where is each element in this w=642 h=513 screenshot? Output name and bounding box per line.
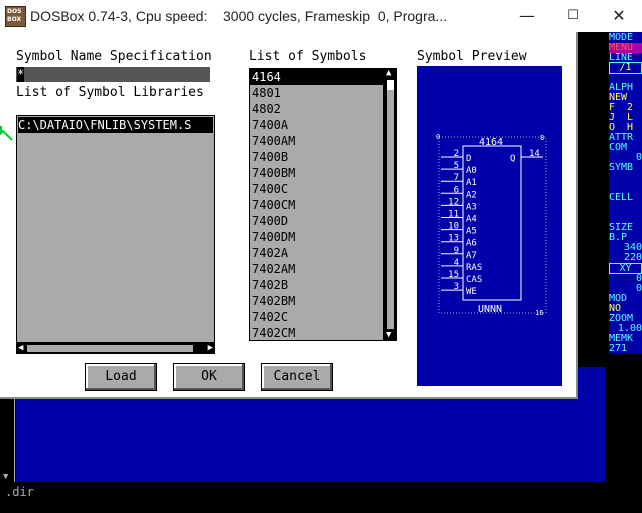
pin-number: 12 <box>448 197 459 207</box>
side-item-symb[interactable]: SYMB <box>609 163 642 173</box>
symbol-item-selected[interactable]: 4164 <box>250 69 383 85</box>
side-menu-panel: MODE MENU LINE /1 ALPH NEW F 2 J L O H A… <box>609 32 642 354</box>
close-button[interactable]: ✕ <box>596 0 642 32</box>
symbol-name-value: * <box>17 67 25 82</box>
library-hscrollbar[interactable]: ◀ ▶ <box>16 343 215 354</box>
libraries-label: List of Symbol Libraries <box>16 85 204 100</box>
pin-name: A7 <box>466 251 477 261</box>
symbol-item[interactable]: 7400C <box>250 181 383 197</box>
scroll-up-arrow-icon[interactable]: ▲ <box>386 68 391 79</box>
preview-bottom-right: 16 <box>535 309 543 317</box>
symbol-item[interactable]: 4801 <box>250 85 383 101</box>
symbol-preview-pane: 0 8 4164 UNNN 16 2 D 5 A0 7 A1 6 A2 12 A3 11 A4 10 A5… <box>417 66 562 386</box>
pin-number: 11 <box>448 210 459 220</box>
app-icon-text-bottom: BOX <box>7 16 22 23</box>
symbol-item[interactable]: 7400BM <box>250 165 383 181</box>
command-line[interactable]: .dir <box>5 485 34 499</box>
pin-number: 7 <box>454 173 459 183</box>
symbol-item[interactable]: 4802 <box>250 101 383 117</box>
symbol-item[interactable]: 7402BM <box>250 293 383 309</box>
symbol-item[interactable]: 7400D <box>250 213 383 229</box>
symbol-name-label: Symbol Name Specification <box>16 49 212 64</box>
pin-number: 4 <box>454 258 459 268</box>
symbol-select-dialog: Symbol Name Specification * List of Symb… <box>0 32 578 399</box>
scroll-right-arrow-icon[interactable]: ▶ <box>208 343 213 354</box>
symbol-item[interactable]: 7400CM <box>250 197 383 213</box>
symbol-item[interactable]: 7400A <box>250 117 383 133</box>
mouse-cursor-icon <box>0 126 13 141</box>
pin-name: A5 <box>466 227 477 237</box>
pin-name: RAS <box>466 263 482 273</box>
pin-number: 14 <box>529 149 540 159</box>
symbol-item[interactable]: 7402CM <box>250 325 383 340</box>
side-item-line-value[interactable]: /1 <box>609 62 642 74</box>
preview-label: Symbol Preview <box>417 49 527 64</box>
cancel-button[interactable]: Cancel <box>261 363 333 391</box>
pin-number: 3 <box>454 282 459 292</box>
symbol-name-input[interactable]: * <box>16 67 210 82</box>
scroll-down-arrow-icon[interactable]: ▼ <box>386 330 391 341</box>
symbols-label: List of Symbols <box>249 49 367 64</box>
symbol-vscrollbar[interactable]: ▲ ▼ <box>384 68 397 341</box>
symbol-item[interactable]: 7402B <box>250 277 383 293</box>
symbol-list[interactable]: 4164 4801 4802 7400A 7400AM 7400B 7400BM 7400C 7… <box>249 68 384 341</box>
pin-name: Q <box>510 154 515 164</box>
pin-name: A2 <box>466 190 477 200</box>
library-item-selected[interactable]: C:\DATAIO\FNLIB\SYSTEM.S <box>18 117 213 133</box>
symbol-preview-drawing: 0 8 4164 UNNN 16 2 D5 A0 7 A1 6 A2 12 A3 11 A4 10 A5… <box>436 133 547 317</box>
pin-number: 13 <box>448 234 459 244</box>
reference-designator: UNNN <box>478 304 502 315</box>
pin-name: A3 <box>466 202 477 212</box>
app-icon-text-top: DOS <box>7 8 22 15</box>
symbol-item[interactable]: 7400AM <box>250 133 383 149</box>
side-item-cell[interactable]: CELL <box>609 193 642 203</box>
pin-number: 15 <box>448 270 459 280</box>
symbol-item[interactable]: 7402C <box>250 309 383 325</box>
symbol-item[interactable]: 7400DM <box>250 229 383 245</box>
preview-corner-left: 0 <box>436 133 440 141</box>
scroll-down-arrow-icon[interactable]: ▼ <box>3 472 8 482</box>
dosbox-app-icon: DOS BOX <box>5 6 26 27</box>
symbol-item[interactable]: 7402AM <box>250 261 383 277</box>
pin-name: D <box>466 154 471 164</box>
pin-name: A1 <box>466 178 477 188</box>
ok-button[interactable]: OK <box>173 363 245 391</box>
pin-name: CAS <box>466 275 482 285</box>
symbol-item[interactable]: 7400B <box>250 149 383 165</box>
library-hscroll-track[interactable] <box>27 345 193 352</box>
minimize-button[interactable]: — <box>504 0 550 32</box>
side-item-memk-value: 271 <box>609 343 628 354</box>
pin-name: A0 <box>466 166 477 176</box>
library-list[interactable]: C:\DATAIO\FNLIB\SYSTEM.S <box>16 115 215 343</box>
pin-number: 6 <box>454 185 459 195</box>
pin-name: A6 <box>466 239 477 249</box>
maximize-button[interactable]: ☐ <box>550 0 596 32</box>
side-item-size-y: 220 <box>623 252 642 263</box>
pin-name: A4 <box>466 215 477 225</box>
pin-name: WE <box>466 287 477 297</box>
pin-number: 5 <box>454 161 459 171</box>
window-titlebar[interactable]: DOS BOX DOSBox 0.74-3, Cpu speed: 3000 c… <box>0 0 642 33</box>
symbol-vscroll-thumb[interactable] <box>387 80 394 90</box>
preview-corner-right: 8 <box>540 134 544 142</box>
symbol-vscroll-track[interactable] <box>387 80 394 329</box>
symbol-item[interactable]: 7402A <box>250 245 383 261</box>
window-title: DOSBox 0.74-3, Cpu speed: 3000 cycles, F… <box>30 8 448 24</box>
load-button[interactable]: Load <box>85 363 157 391</box>
pin-number: 10 <box>448 222 459 232</box>
scroll-left-arrow-icon[interactable]: ◀ <box>18 343 23 354</box>
pin-number: 9 <box>454 246 459 256</box>
pin-number: 2 <box>454 149 459 159</box>
part-name: 4164 <box>479 137 503 148</box>
